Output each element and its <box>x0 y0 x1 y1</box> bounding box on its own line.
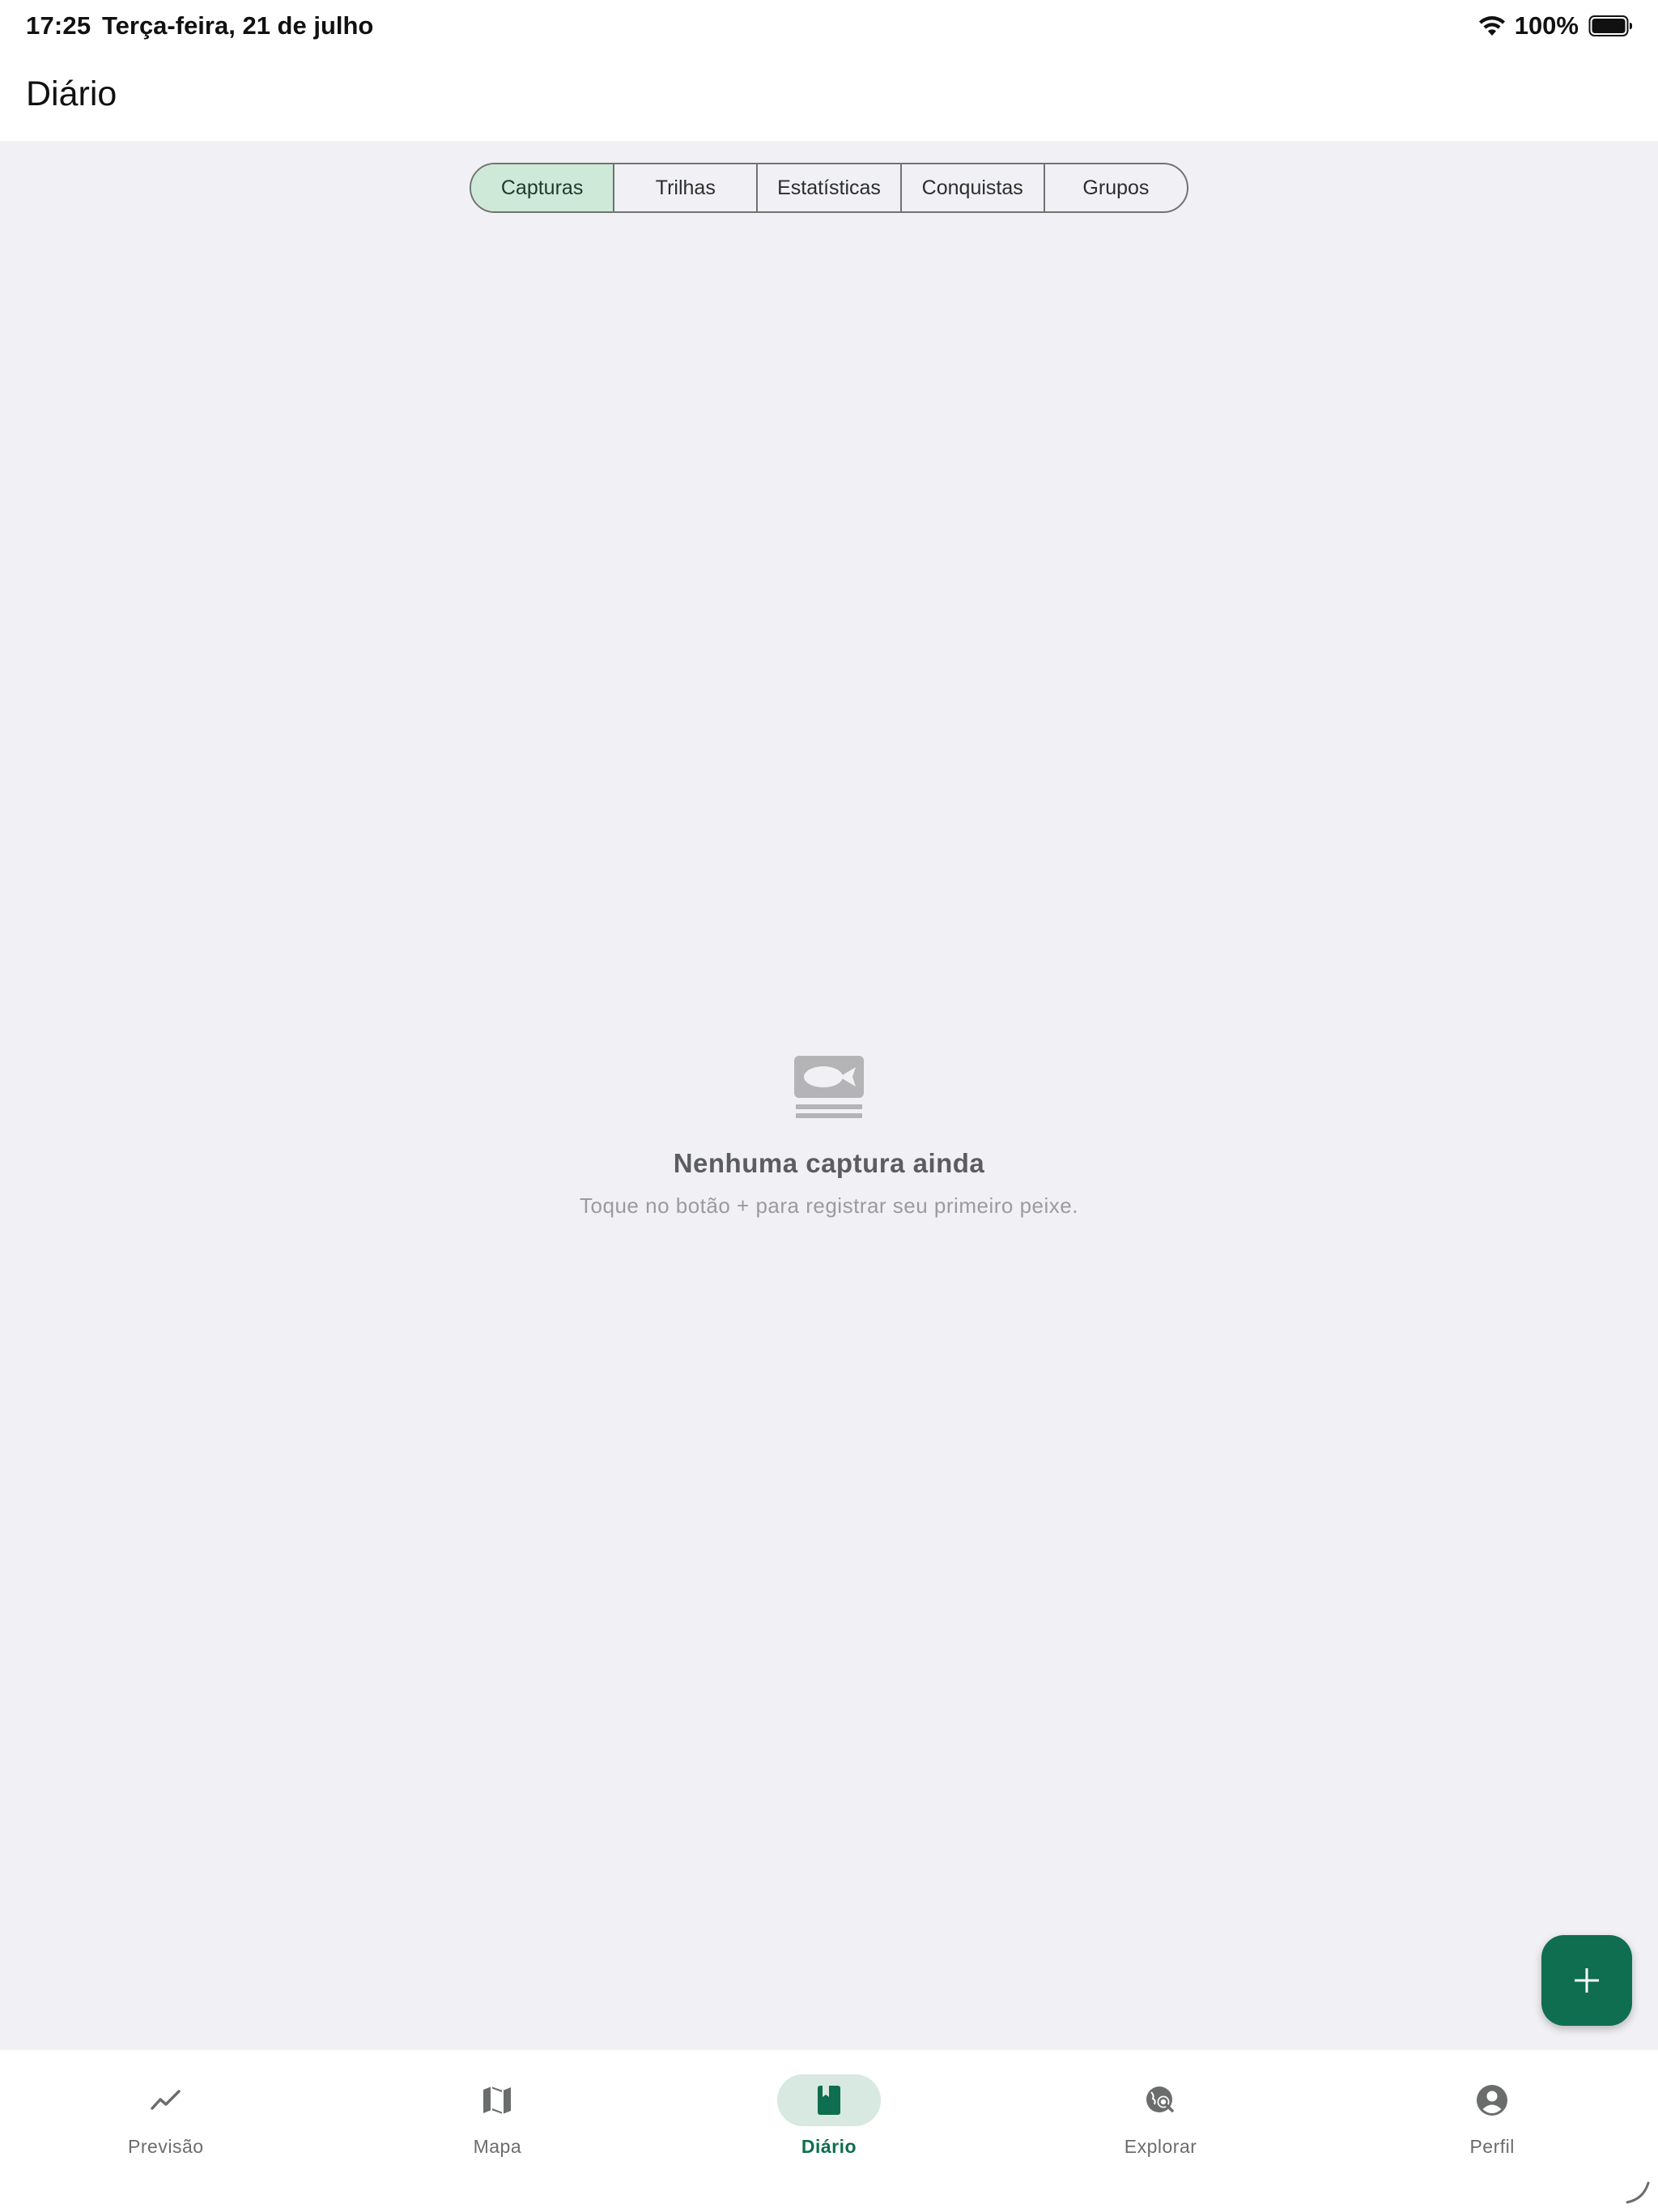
journal-tabs: Capturas Trilhas Estatísticas Conquistas… <box>470 163 1188 213</box>
map-icon <box>483 2087 512 2114</box>
trending-up-icon <box>151 2090 181 2110</box>
page-title: Diário <box>26 74 117 113</box>
nav-label: Mapa <box>473 2136 522 2157</box>
nav-icon-container <box>776 2074 881 2126</box>
nav-icon-container <box>445 2074 549 2126</box>
nav-item-previsao[interactable]: Previsão <box>0 2050 332 2212</box>
battery-percentage: 100% <box>1514 11 1579 40</box>
nav-label: Diário <box>801 2136 857 2157</box>
empty-state: Nenhuma captura ainda Toque no botão + p… <box>0 1053 1658 1219</box>
battery-icon <box>1588 15 1632 36</box>
nav-icon-container <box>1440 2074 1544 2126</box>
status-indicators: 100% <box>1477 11 1634 40</box>
status-date: Terça-feira, 21 de julho <box>102 11 374 40</box>
nav-icon-container <box>1109 2074 1213 2126</box>
nav-item-diario[interactable]: Diário <box>663 2050 995 2212</box>
fish-catch-icon <box>794 1056 864 1118</box>
tab-estatisticas[interactable]: Estatísticas <box>756 164 899 211</box>
status-bar: 17:25 Terça-feira, 21 de julho 100% <box>0 0 1658 50</box>
tab-conquistas[interactable]: Conquistas <box>899 164 1044 211</box>
nav-label: Explorar <box>1124 2136 1197 2157</box>
add-catch-button[interactable] <box>1541 1935 1632 2026</box>
nav-label: Perfil <box>1469 2136 1515 2157</box>
bottom-navigation: Previsão Mapa Diário Explorar Perfil <box>0 2050 1658 2212</box>
plus-icon <box>1575 1968 1599 1993</box>
empty-state-subtitle: Toque no botão + para registrar seu prim… <box>580 1193 1078 1218</box>
travel-explore-icon <box>1146 2087 1174 2112</box>
nav-item-mapa[interactable]: Mapa <box>332 2050 664 2212</box>
tab-trilhas[interactable]: Trilhas <box>613 164 756 211</box>
nav-item-explorar[interactable]: Explorar <box>995 2050 1327 2212</box>
app-screen: 17:25 Terça-feira, 21 de julho 100% Diár… <box>0 0 1658 2212</box>
nav-label: Previsão <box>128 2136 204 2157</box>
nav-item-perfil[interactable]: Perfil <box>1326 2050 1658 2212</box>
account-circle-icon <box>1477 2085 1508 2116</box>
nav-icon-container <box>114 2074 218 2126</box>
resize-handle-icon[interactable] <box>1624 2178 1652 2206</box>
app-bar: Diário <box>0 50 1658 141</box>
empty-state-title: Nenhuma captura ainda <box>673 1148 985 1178</box>
tab-grupos[interactable]: Grupos <box>1043 164 1187 211</box>
tab-capturas[interactable]: Capturas <box>471 164 614 211</box>
wifi-icon <box>1478 16 1505 36</box>
book-icon <box>817 2086 840 2115</box>
status-time: 17:25 <box>26 11 91 40</box>
